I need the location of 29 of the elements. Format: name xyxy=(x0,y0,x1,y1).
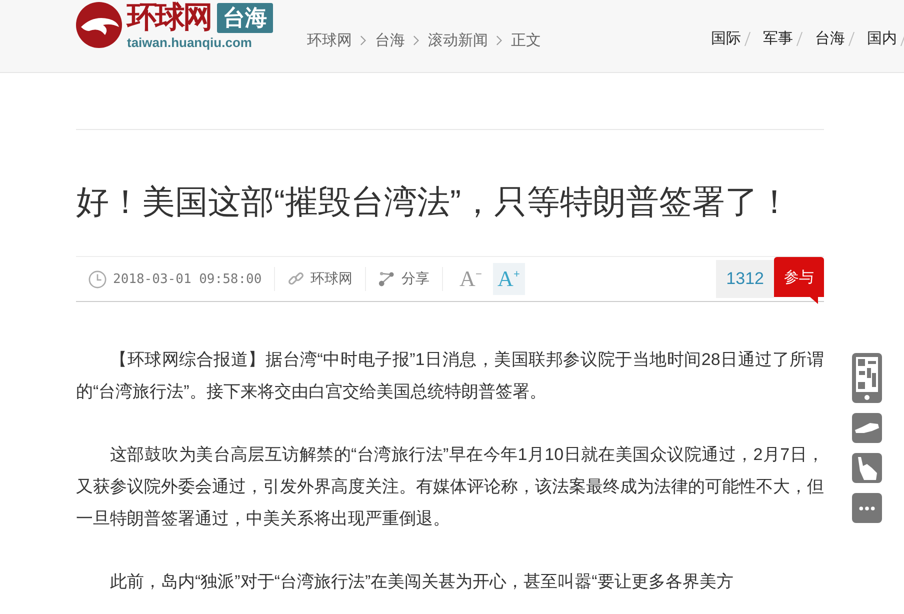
share-button[interactable]: 分享 xyxy=(378,270,430,288)
chevron-icon xyxy=(496,35,503,46)
breadcrumb-link[interactable]: 环球网 xyxy=(307,31,352,50)
article-title: 好！美国这部“摧毁台湾法”，只等特朗普签署了！ xyxy=(76,182,792,222)
join-button[interactable]: 参与 xyxy=(774,257,824,304)
publish-date: 2018-03-01 09:58:00 xyxy=(113,272,262,286)
breadcrumb-link[interactable]: 滚动新闻 xyxy=(428,31,488,50)
more-button[interactable] xyxy=(852,493,882,523)
qr-code-phone-icon xyxy=(852,353,882,403)
chevron-icon xyxy=(413,35,420,46)
clock-icon xyxy=(88,270,107,288)
logo-text: 环球网 xyxy=(127,1,211,35)
breadcrumb-link[interactable]: 正文 xyxy=(511,31,541,50)
share-icon xyxy=(378,270,396,288)
more-icon xyxy=(858,506,876,510)
nav-link[interactable]: 台海 xyxy=(800,29,851,48)
font-size-button[interactable]: A$^{−}$ xyxy=(454,263,487,295)
breadcrumb-link[interactable]: 台海 xyxy=(375,31,405,50)
nav-link[interactable]: 军事 xyxy=(748,29,799,48)
article-paragraph: 这部鼓吹为美台高层互访解禁的“台湾旅行法”早在今年1月10日就在美国众议院通过，2月7日，又获参议院外委会通过，引发外界高度关注。有媒体评论称，该法案最终成为法律的可能性不大，但一旦特朗普签署通过，中美关系将出现严重倒退。 xyxy=(76,444,824,530)
site-domain: taiwan.huanqiu.com xyxy=(127,35,253,51)
chevron-icon xyxy=(360,35,367,46)
source-label: 环球网 xyxy=(310,270,353,288)
channel-badge: 台海 xyxy=(217,3,273,33)
nav-link[interactable]: 国际 xyxy=(696,29,747,48)
article-paragraph: 此前，岛内“独派”对于“台湾旅行法”在美闯关甚为开心，甚至叫嚣“要让更多各界美方 xyxy=(109,571,734,593)
article-paragraph: 【环球网综合报道】据台湾“中时电子报”1日消息，美国联邦参议院于当地时间28日通过了所谓的“台湾旅行法”。接下来将交由白宫交给美国总统特朗普签署。 xyxy=(76,349,824,403)
comment-count: 1312 xyxy=(716,260,774,298)
nav-link[interactable]: 国内 xyxy=(852,29,903,48)
